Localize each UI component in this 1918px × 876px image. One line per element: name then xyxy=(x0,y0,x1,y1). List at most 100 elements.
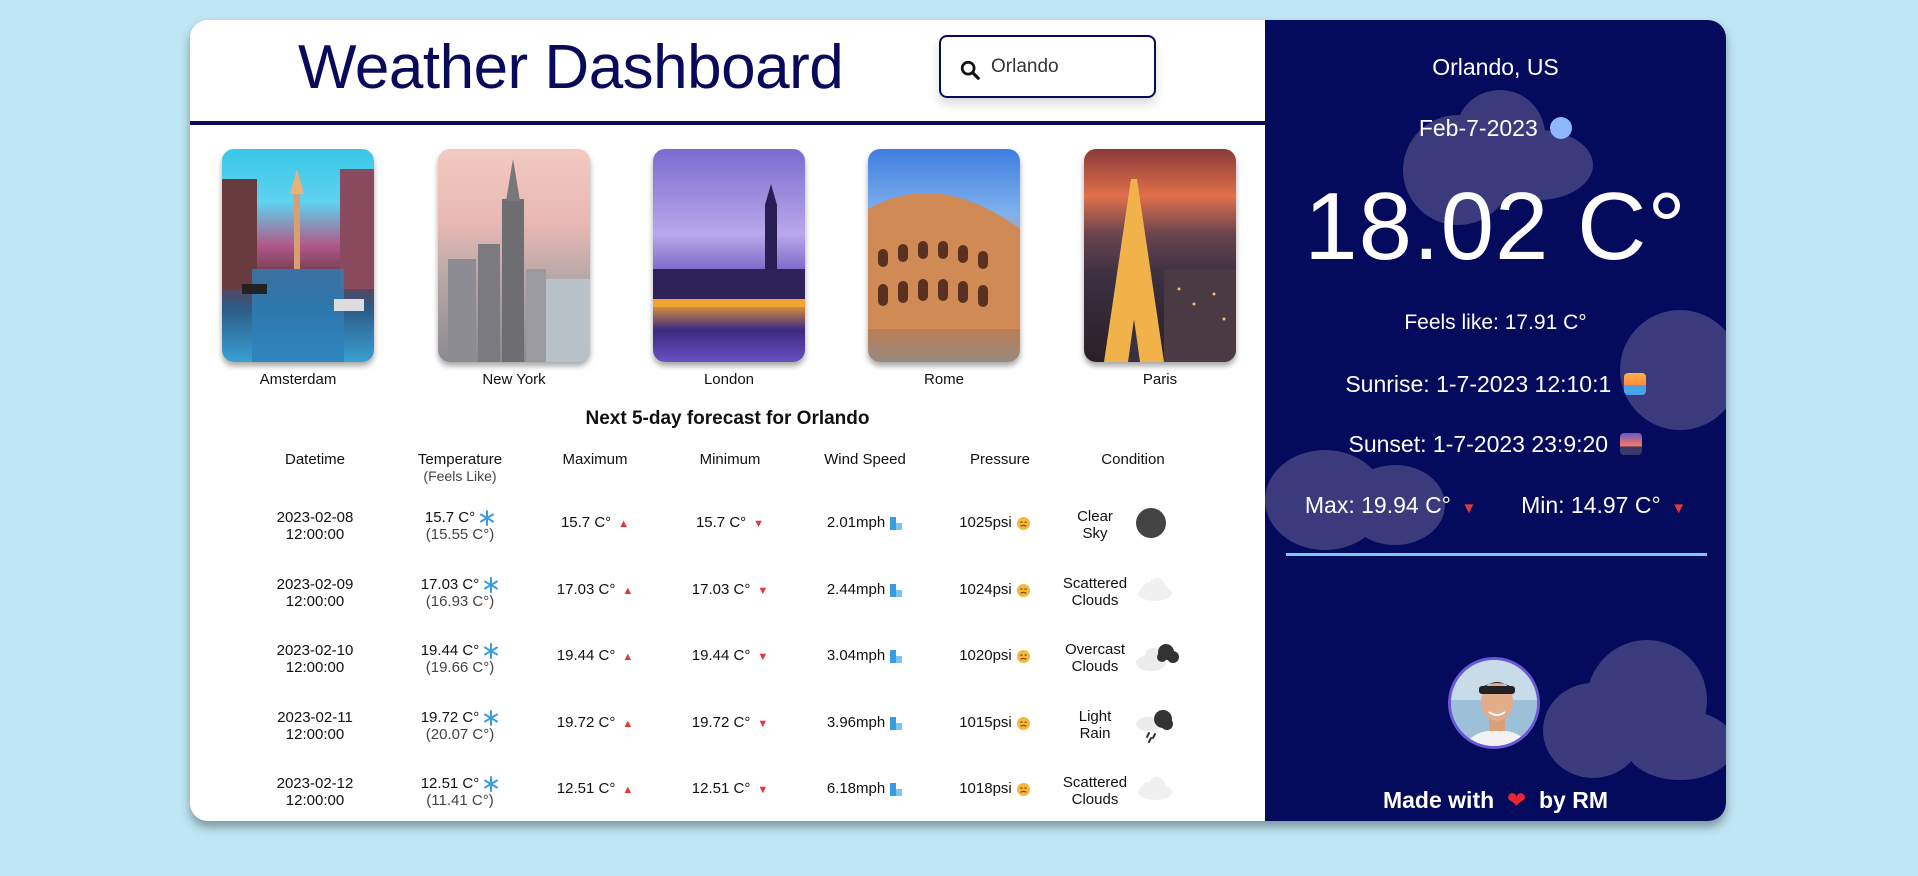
sunrise-text: Sunrise: 1-7-2023 12:10:1 xyxy=(1345,371,1612,397)
forecast-temp-value: 19.44 C° xyxy=(420,642,480,659)
min-arrow-icon: ▼ xyxy=(1667,500,1687,517)
city-card-paris[interactable]: Paris xyxy=(1084,149,1236,388)
forecast-datetime: 2023-02-08 12:00:00 xyxy=(250,509,380,543)
paris-photo[interactable] xyxy=(1084,149,1236,362)
forecast-datetime: 2023-02-10 12:00:00 xyxy=(250,642,380,676)
col-header-minimum: Minimum xyxy=(699,451,761,468)
city-card-london[interactable]: London xyxy=(653,149,805,388)
wind-icon xyxy=(885,780,903,797)
forecast-pressure-value: 1020psi xyxy=(959,647,1012,664)
min-temp: Min: 14.97 C° xyxy=(1521,492,1661,518)
forecast-condition: Overcast Clouds xyxy=(1060,641,1130,675)
sunrise-time: Sunrise: 1-7-2023 12:10:1 xyxy=(1265,371,1726,398)
col-header-temperature-label: Temperature xyxy=(417,451,503,468)
forecast-min-value: 19.72 C° xyxy=(691,714,751,731)
forecast-wind-value: 2.44mph xyxy=(826,581,886,598)
city-name: London xyxy=(703,371,755,388)
forecast-pressure-value: 1018psi xyxy=(959,780,1012,797)
forecast-condition-line2: Clouds xyxy=(1071,791,1119,808)
forecast-minimum: 19.72 C° ▼ xyxy=(675,714,785,731)
forecast-wind-value: 3.96mph xyxy=(826,714,886,731)
forecast-date: 2023-02-12 xyxy=(276,775,354,792)
forecast-wind: 3.96mph xyxy=(805,714,925,731)
up-arrow-icon: ▲ xyxy=(618,518,630,530)
down-arrow-icon: ▼ xyxy=(757,651,769,663)
forecast-feels-like: (19.66 C°) xyxy=(425,659,495,677)
col-header-wind-speed: Wind Speed xyxy=(824,451,906,468)
forecast-date: 2023-02-11 xyxy=(277,709,353,726)
forecast-datetime: 2023-02-12 12:00:00 xyxy=(250,775,380,809)
forecast-min-value: 19.44 C° xyxy=(691,647,751,664)
city-card-rome[interactable]: Rome xyxy=(868,149,1020,388)
forecast-temperature: 15.7 C° (15.55 C°) xyxy=(395,509,525,543)
up-arrow-icon: ▲ xyxy=(622,651,634,663)
forecast-pressure: 1018psi xyxy=(940,780,1050,797)
snowflake-icon xyxy=(479,642,499,660)
forecast-time: 12:00:00 xyxy=(285,726,345,743)
amsterdam-photo[interactable] xyxy=(222,149,374,362)
forecast-min-value: 12.51 C° xyxy=(691,780,751,797)
city-card-amsterdam[interactable]: Amsterdam xyxy=(222,149,374,388)
new-york-photo[interactable] xyxy=(438,149,590,362)
overcast-clouds-icon xyxy=(1135,640,1179,677)
forecast-maximum: 19.72 C° ▲ xyxy=(540,714,650,731)
wind-icon xyxy=(885,514,903,531)
forecast-max-value: 19.44 C° xyxy=(556,647,616,664)
london-photo[interactable] xyxy=(653,149,805,362)
forecast-pressure: 1025psi xyxy=(940,514,1050,531)
down-arrow-icon: ▼ xyxy=(757,784,769,796)
forecast-condition: Clear Sky xyxy=(1060,508,1130,542)
city-name: Rome xyxy=(923,371,964,388)
forecast-condition: Light Rain xyxy=(1060,708,1130,742)
dashboard-card: Weather Dashboard Orlando Amsterdam New … xyxy=(190,20,1726,821)
max-arrow-icon: ▼ xyxy=(1457,500,1477,517)
forecast-wind: 3.04mph xyxy=(805,647,925,664)
forecast-temperature: 12.51 C° (11.41 C°) xyxy=(395,775,525,809)
city-card-new-york[interactable]: New York xyxy=(438,149,590,388)
forecast-condition-line1: Clear xyxy=(1077,508,1113,525)
forecast-maximum: 17.03 C° ▲ xyxy=(540,581,650,598)
search-box[interactable] xyxy=(939,35,1156,98)
forecast-wind: 6.18mph xyxy=(805,780,925,797)
up-arrow-icon: ▲ xyxy=(622,784,634,796)
forecast-max-value: 17.03 C° xyxy=(556,581,616,598)
forecast-pressure-value: 1024psi xyxy=(959,581,1012,598)
forecast-feels-like: (20.07 C°) xyxy=(425,726,495,744)
rome-photo[interactable] xyxy=(868,149,1020,362)
down-arrow-icon: ▼ xyxy=(753,518,765,530)
current-location: Orlando, US xyxy=(1432,54,1559,80)
search-input[interactable] xyxy=(991,55,1141,79)
forecast-pressure: 1024psi xyxy=(940,581,1050,598)
forecast-temperature: 17.03 C° (16.93 C°) xyxy=(395,576,525,610)
sunset-icon xyxy=(1620,433,1643,455)
forecast-date: 2023-02-10 xyxy=(276,642,354,659)
forecast-minimum: 19.44 C° ▼ xyxy=(675,647,785,664)
col-header-temperature: Temperature (Feels Like) xyxy=(410,451,510,484)
forecast-time: 12:00:00 xyxy=(285,526,345,543)
forecast-min-value: 15.7 C° xyxy=(695,514,747,531)
wind-icon xyxy=(885,714,903,731)
forecast-wind-value: 3.04mph xyxy=(826,647,886,664)
forecast-max-value: 15.7 C° xyxy=(560,514,612,531)
snowflake-icon xyxy=(479,709,499,727)
forecast-condition: Scattered Clouds xyxy=(1060,774,1130,808)
owl-icon xyxy=(1550,117,1573,139)
forecast-wind-value: 2.01mph xyxy=(826,514,886,531)
forecast-feels-like: (15.55 C°) xyxy=(425,526,495,544)
forecast-minimum: 17.03 C° ▼ xyxy=(675,581,785,598)
forecast-minimum: 12.51 C° ▼ xyxy=(675,780,785,797)
snowflake-icon xyxy=(479,576,499,594)
by-text: by RM xyxy=(1539,787,1608,813)
wind-icon xyxy=(885,581,903,598)
pressure-face-icon xyxy=(1012,780,1031,797)
up-arrow-icon: ▲ xyxy=(622,718,634,730)
forecast-min-value: 17.03 C° xyxy=(691,581,751,598)
forecast-condition: Scattered Clouds xyxy=(1060,575,1130,609)
forecast-maximum: 12.51 C° ▲ xyxy=(540,780,650,797)
heart-icon: ❤ xyxy=(1500,787,1533,813)
pressure-face-icon xyxy=(1012,581,1031,598)
forecast-time: 12:00:00 xyxy=(285,659,345,676)
min-max: Max: 19.94 C° ▼ Min: 14.97 C° ▼ xyxy=(1265,492,1726,519)
forecast-max-value: 12.51 C° xyxy=(556,780,616,797)
footer-credit: Made with ❤ by RM xyxy=(1265,787,1726,814)
